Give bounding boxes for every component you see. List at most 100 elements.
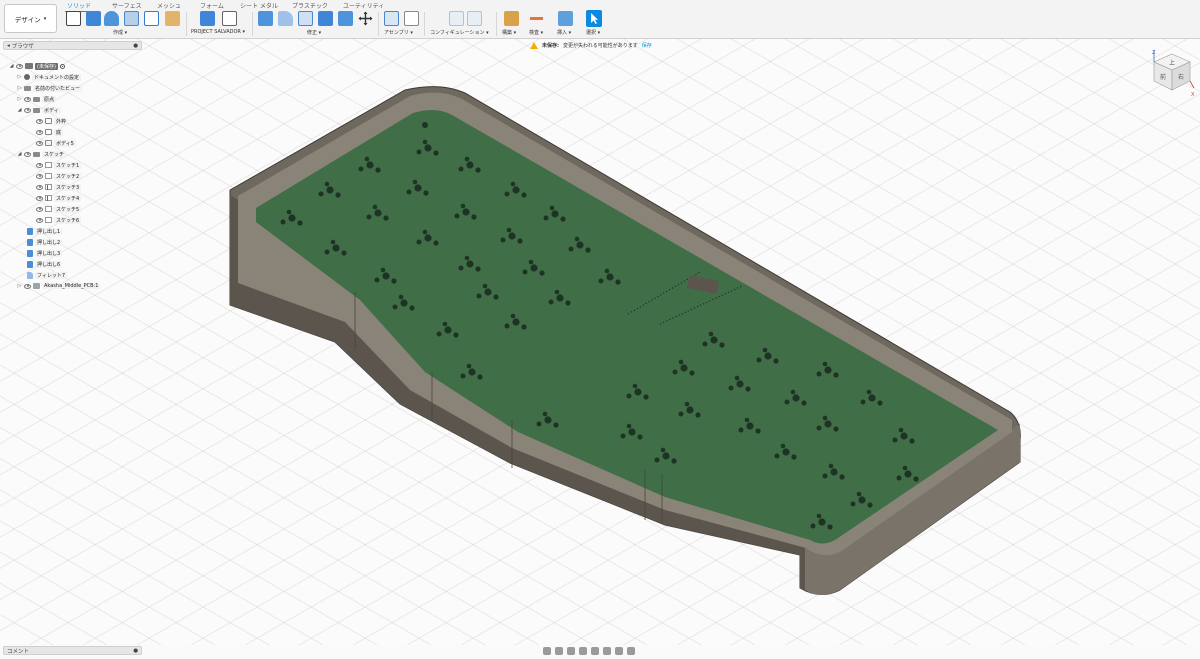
- tab-mesh[interactable]: メッシュ: [157, 1, 181, 10]
- select-cursor-icon[interactable]: [586, 10, 602, 27]
- expand-right-icon[interactable]: ▷: [17, 74, 22, 80]
- tree-item-fillet[interactable]: フィレット7: [27, 270, 68, 280]
- comments-panel[interactable]: コメント ●: [3, 646, 142, 655]
- tree-item-sketch[interactable]: スケッチ1: [36, 160, 82, 170]
- tree-item-doc-settings[interactable]: ▷ ドキュメントの設定: [17, 72, 82, 82]
- tree-item-sketches[interactable]: ◢ スケッチ: [17, 149, 67, 159]
- expand-right-icon[interactable]: ▷: [17, 85, 22, 91]
- eye-icon[interactable]: [36, 118, 43, 124]
- zoom-icon[interactable]: [579, 647, 587, 655]
- split-body-icon[interactable]: [338, 11, 353, 26]
- eye-icon[interactable]: [36, 173, 43, 179]
- select-group-label[interactable]: 選択 ▾: [586, 29, 600, 36]
- tree-item-sketch[interactable]: スケッチ2: [36, 171, 82, 181]
- shell-icon[interactable]: [298, 11, 313, 26]
- configure-table-icon[interactable]: [467, 11, 482, 26]
- construct-plane-icon[interactable]: [504, 11, 519, 26]
- salvador-group-label[interactable]: PROJECT SALVADOR ▾: [191, 29, 245, 35]
- tab-plastic[interactable]: プラスチック: [292, 1, 328, 10]
- eye-icon[interactable]: [36, 162, 43, 168]
- browser-header[interactable]: ◂ ブラウザ ●: [3, 41, 142, 50]
- workspace-switcher[interactable]: デザイン ▾: [4, 4, 57, 33]
- tree-item-sketch[interactable]: スケッチ6: [36, 215, 82, 225]
- tree-item-sketch[interactable]: スケッチ4: [36, 193, 82, 203]
- extrude-icon[interactable]: [86, 11, 101, 26]
- tree-item-named-views[interactable]: ▷ 名前の付いたビュー: [17, 83, 83, 93]
- tree-item-extrude[interactable]: 押し出し2: [27, 237, 63, 247]
- eye-icon[interactable]: [36, 129, 43, 135]
- viewport-canvas[interactable]: [0, 39, 1200, 645]
- pan-hand-icon[interactable]: [567, 647, 575, 655]
- tree-item-body[interactable]: 底: [36, 127, 64, 137]
- hole-icon[interactable]: [124, 11, 139, 26]
- salvador-icon[interactable]: [200, 11, 215, 26]
- zoom-window-icon[interactable]: [591, 647, 599, 655]
- revolve-icon[interactable]: [104, 11, 119, 26]
- inspect-group-label[interactable]: 検査 ▾: [529, 29, 543, 36]
- tree-item-body[interactable]: ボディ5: [36, 138, 76, 148]
- save-link[interactable]: 保存: [642, 42, 652, 49]
- insert-group-label[interactable]: 挿入 ▾: [557, 29, 571, 36]
- eye-icon[interactable]: [24, 96, 31, 102]
- configure-icon[interactable]: [449, 11, 464, 26]
- display-settings-icon[interactable]: [603, 647, 611, 655]
- measure-icon[interactable]: [529, 11, 544, 26]
- tree-item-bodies[interactable]: ◢ ボディ: [17, 105, 61, 115]
- pin-icon[interactable]: ●: [133, 43, 138, 49]
- press-pull-icon[interactable]: [258, 11, 273, 26]
- expand-right-icon[interactable]: ▷: [17, 96, 22, 102]
- tree-item-component[interactable]: ▷ Akasha_Middle_PCB:1: [17, 281, 101, 291]
- tab-form[interactable]: フォーム: [200, 1, 224, 10]
- tree-item-extrude[interactable]: 押し出し6: [27, 259, 63, 269]
- create-sketch-icon[interactable]: [66, 11, 81, 26]
- eye-icon[interactable]: [16, 63, 23, 69]
- activate-radio-icon[interactable]: [59, 63, 65, 69]
- pattern-icon[interactable]: [165, 11, 180, 26]
- eye-icon[interactable]: [24, 107, 31, 113]
- modify-group-label[interactable]: 修正 ▾: [307, 29, 321, 36]
- create-group-label[interactable]: 作成 ▾: [113, 29, 127, 36]
- eye-icon[interactable]: [36, 140, 43, 146]
- collapse-icon[interactable]: ◂: [7, 43, 10, 49]
- pin-icon[interactable]: ●: [133, 648, 138, 654]
- tree-item-origin[interactable]: ▷ 原点: [17, 94, 57, 104]
- configure-group-label[interactable]: コンフィギュレーション ▾: [430, 29, 489, 36]
- rectangle-icon[interactable]: [144, 11, 159, 26]
- expand-down-icon[interactable]: ◢: [9, 63, 14, 69]
- salvador-edit-icon[interactable]: [222, 11, 237, 26]
- tab-surface[interactable]: サーフェス: [112, 1, 142, 10]
- expand-down-icon[interactable]: ◢: [17, 107, 22, 113]
- tree-item-extrude[interactable]: 押し出し3: [27, 248, 63, 258]
- move-icon[interactable]: [358, 11, 373, 26]
- viewport-settings-icon[interactable]: [627, 647, 635, 655]
- eye-icon[interactable]: [36, 184, 43, 190]
- viewcube[interactable]: Z X 上 前 右: [1148, 48, 1196, 98]
- tab-utility[interactable]: ユーティリティ: [343, 1, 384, 10]
- insert-image-icon[interactable]: [558, 11, 573, 26]
- eye-icon[interactable]: [24, 283, 31, 289]
- fillet-icon[interactable]: [278, 11, 293, 26]
- new-component-icon[interactable]: [384, 11, 399, 26]
- tree-item-body[interactable]: 外枠: [36, 116, 69, 126]
- look-at-icon[interactable]: [555, 647, 563, 655]
- tree-item-sketch[interactable]: スケッチ5: [36, 204, 82, 214]
- orbit-icon[interactable]: [543, 647, 551, 655]
- eye-icon[interactable]: [36, 195, 43, 201]
- tab-solid[interactable]: ソリッド: [64, 1, 94, 12]
- eye-icon[interactable]: [24, 151, 31, 157]
- expand-down-icon[interactable]: ◢: [17, 151, 22, 157]
- expand-right-icon[interactable]: ▷: [17, 283, 22, 289]
- tab-sheet-metal[interactable]: シート メタル: [240, 1, 278, 10]
- viewcube-front[interactable]: 前: [1160, 73, 1166, 81]
- construct-group-label[interactable]: 構築 ▾: [502, 29, 516, 36]
- assemble-group-label[interactable]: アセンブリ ▾: [384, 29, 413, 36]
- tree-item-sketch[interactable]: スケッチ3: [36, 182, 82, 192]
- eye-icon[interactable]: [36, 217, 43, 223]
- combine-icon[interactable]: [318, 11, 333, 26]
- eye-icon[interactable]: [36, 206, 43, 212]
- tree-root[interactable]: ◢ (未保存): [9, 61, 65, 71]
- joint-icon[interactable]: [404, 11, 419, 26]
- viewcube-top[interactable]: 上: [1169, 59, 1175, 67]
- tree-item-extrude[interactable]: 押し出し1: [27, 226, 63, 236]
- grid-settings-icon[interactable]: [615, 647, 623, 655]
